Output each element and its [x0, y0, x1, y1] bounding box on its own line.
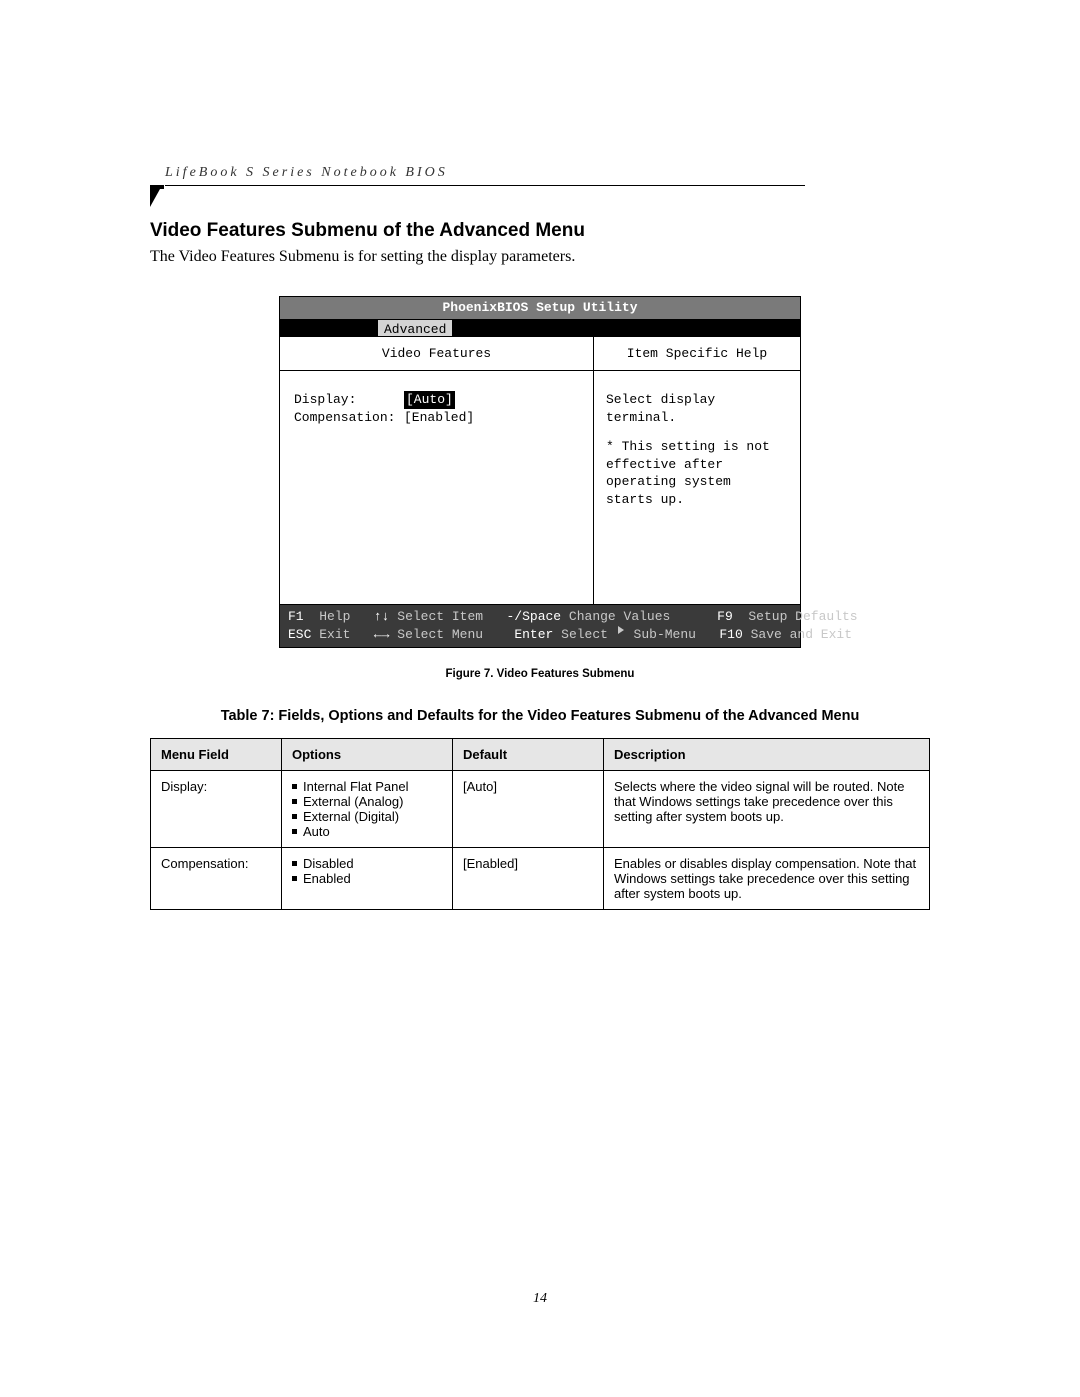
spacer: [483, 626, 514, 644]
spacer: [311, 626, 319, 644]
figure-caption: Figure 7. Video Features Submenu: [150, 668, 930, 680]
bios-key-f10: F10: [719, 626, 742, 644]
bios-help-body: Select display terminal. * This setting …: [594, 371, 800, 604]
bios-key-enter: Enter: [514, 626, 553, 644]
bios-right-column: Item Specific Help Select display termin…: [594, 337, 800, 605]
content-area: Video Features Submenu of the Advanced M…: [150, 220, 930, 910]
bios-key-updown: ↑↓: [374, 608, 390, 626]
list-item: Auto: [292, 824, 442, 839]
bios-label-change-values: Change Values: [569, 608, 670, 626]
running-head: LifeBook S Series Notebook BIOS: [165, 165, 805, 186]
bios-help-line: effective after: [606, 456, 788, 474]
spacer: [743, 626, 751, 644]
cell-options: Internal Flat Panel External (Analog) Ex…: [282, 771, 453, 848]
table-header-row: Menu Field Options Default Description: [151, 739, 930, 771]
page-number: 14: [0, 1291, 1080, 1307]
bios-label-select-item: Select Item: [397, 608, 483, 626]
triangle-right-icon: [618, 626, 624, 634]
cell-desc: Enables or disables display compensation…: [604, 848, 930, 910]
bios-row-compensation[interactable]: Compensation: [Enabled]: [294, 409, 579, 427]
bios-tab-bar: Advanced: [280, 320, 800, 337]
spacer: [606, 426, 788, 438]
spacer: [696, 626, 719, 644]
bios-panel: PhoenixBIOS Setup Utility Advanced Video…: [279, 296, 801, 648]
th-description: Description: [604, 739, 930, 771]
table-row: Compensation: Disabled Enabled [Enabled]…: [151, 848, 930, 910]
bios-label-save-exit: Save and Exit: [751, 626, 852, 644]
spacer: [670, 608, 717, 626]
spacer: [733, 608, 749, 626]
cell-desc: Selects where the video signal will be r…: [604, 771, 930, 848]
bios-label-help-text: Help: [319, 608, 350, 626]
list-item: Disabled: [292, 856, 442, 871]
bios-label-help: [304, 608, 320, 626]
bios-field-display-value[interactable]: [Auto]: [404, 391, 455, 409]
bios-key-esc: ESC: [288, 626, 311, 644]
bios-field-compensation-value[interactable]: [Enabled]: [404, 409, 474, 427]
spacer: [389, 608, 397, 626]
bios-field-compensation-label: Compensation:: [294, 409, 404, 427]
list-item: Internal Flat Panel: [292, 779, 442, 794]
cell-options: Disabled Enabled: [282, 848, 453, 910]
bios-label-setup-defaults: Setup Defaults: [748, 608, 857, 626]
spacer: [483, 608, 506, 626]
cell-field: Display:: [151, 771, 282, 848]
bios-help-line: starts up.: [606, 491, 788, 509]
bios-key-f9: F9: [717, 608, 733, 626]
bios-left-column: Video Features Display: [Auto] Compensat…: [280, 337, 594, 605]
bios-tab-advanced[interactable]: Advanced: [378, 320, 452, 336]
bios-footer-row-2: ESC Exit ←→ Select Menu Enter Select Sub…: [288, 626, 792, 644]
options-list: Disabled Enabled: [292, 856, 442, 886]
bios-right-title: Item Specific Help: [594, 337, 800, 372]
bios-key-minus-space: -/Space: [507, 608, 562, 626]
bios-key-leftright: ←→: [374, 626, 390, 644]
th-menu-field: Menu Field: [151, 739, 282, 771]
running-head-mark-icon: [150, 189, 160, 207]
section-title: Video Features Submenu of the Advanced M…: [150, 220, 930, 242]
bios-key-f1: F1: [288, 608, 304, 626]
th-default: Default: [453, 739, 604, 771]
cell-default: [Enabled]: [453, 848, 604, 910]
th-options: Options: [282, 739, 453, 771]
bios-left-body: Display: [Auto] Compensation: [Enabled]: [280, 371, 593, 604]
bios-row-display[interactable]: Display: [Auto]: [294, 391, 579, 409]
bios-label-select-submenu: Select: [561, 626, 616, 644]
spacer: [553, 626, 561, 644]
bios-body: Video Features Display: [Auto] Compensat…: [280, 337, 800, 606]
options-table: Menu Field Options Default Description D…: [150, 738, 930, 910]
bios-help-line: Select display terminal.: [606, 391, 788, 426]
bios-footer-row-1: F1 Help ↑↓ Select Item -/Space Change Va…: [288, 608, 792, 626]
options-list: Internal Flat Panel External (Analog) Ex…: [292, 779, 442, 839]
bios-left-title: Video Features: [280, 337, 593, 372]
bios-help-line: * This setting is not: [606, 438, 788, 456]
bios-label-submenu: Sub-Menu: [626, 626, 696, 644]
page: LifeBook S Series Notebook BIOS Video Fe…: [0, 0, 1080, 1397]
cell-field: Compensation:: [151, 848, 282, 910]
bios-help-line: operating system: [606, 473, 788, 491]
bios-label-select-menu: Select Menu: [397, 626, 483, 644]
list-item: External (Digital): [292, 809, 442, 824]
spacer: [350, 608, 373, 626]
bios-footer: F1 Help ↑↓ Select Item -/Space Change Va…: [280, 605, 800, 647]
spacer: [350, 626, 373, 644]
spacer: [389, 626, 397, 644]
bios-label-exit: Exit: [319, 626, 350, 644]
cell-default: [Auto]: [453, 771, 604, 848]
list-item: Enabled: [292, 871, 442, 886]
bios-title: PhoenixBIOS Setup Utility: [280, 297, 800, 320]
list-item: External (Analog): [292, 794, 442, 809]
table-title: Table 7: Fields, Options and Defaults fo…: [150, 708, 930, 724]
spacer: [561, 608, 569, 626]
bios-field-display-label: Display:: [294, 391, 404, 409]
intro-paragraph: The Video Features Submenu is for settin…: [150, 248, 930, 266]
table-row: Display: Internal Flat Panel External (A…: [151, 771, 930, 848]
